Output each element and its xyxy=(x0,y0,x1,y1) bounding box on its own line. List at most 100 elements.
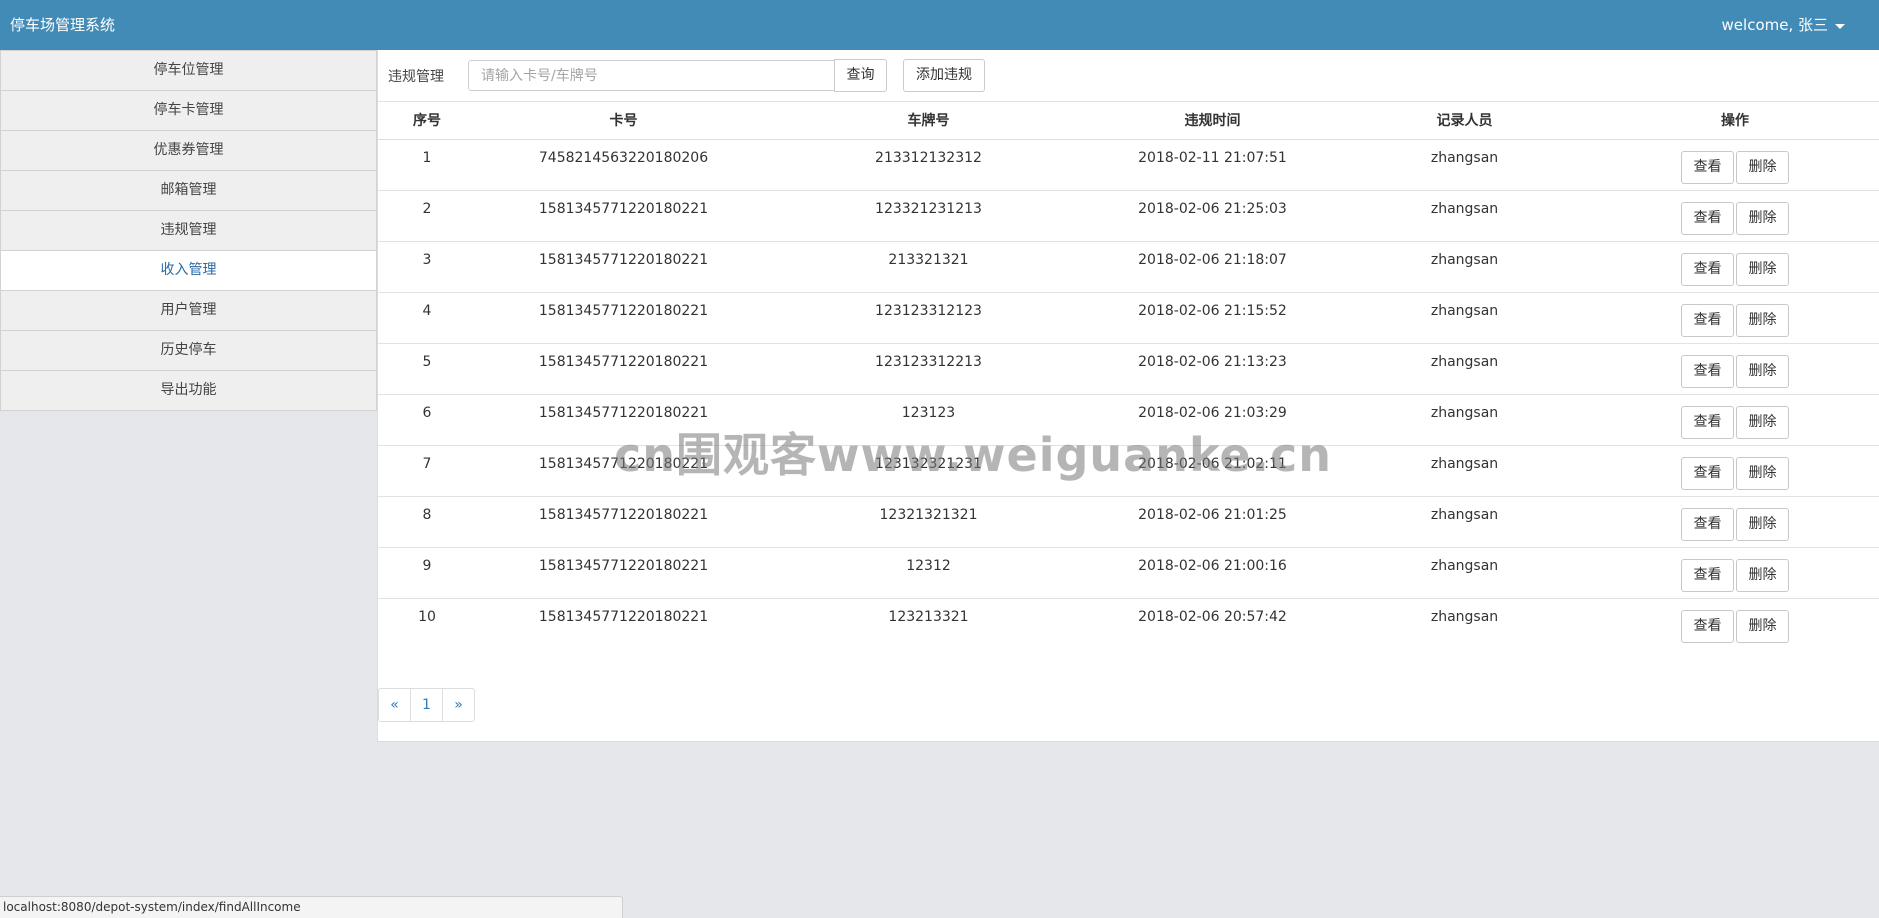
row-card-number: 1581345771220180221 xyxy=(538,456,709,472)
row-violation-time: 2018-02-06 21:15:52 xyxy=(1138,303,1287,319)
row-recorder: zhangsan xyxy=(1430,456,1499,472)
user-greeting: welcome, 张三 xyxy=(1721,16,1828,34)
view-button[interactable]: 查看 xyxy=(1681,508,1734,541)
page-next-button[interactable]: » xyxy=(442,688,475,722)
row-recorder: zhangsan xyxy=(1430,609,1499,625)
row-actions-cell: 查看 删除 xyxy=(1590,445,1879,497)
delete-button[interactable]: 删除 xyxy=(1736,202,1789,235)
user-menu[interactable]: welcome, 张三 xyxy=(1722,15,1845,35)
table-row: 6 1581345771220180221 123123 2018-02-06 21:… xyxy=(378,394,1879,446)
row-plate-number: 123321231213 xyxy=(875,201,982,217)
page-prev-button[interactable]: « xyxy=(378,688,411,722)
add-violation-button[interactable]: 添加违规 xyxy=(903,59,985,92)
row-no: 7 xyxy=(422,456,432,472)
row-no: 4 xyxy=(422,303,432,319)
table-row: 2 1581345771220180221 123321231213 2018-02-… xyxy=(378,190,1879,242)
row-recorder-cell: zhangsan xyxy=(1339,190,1590,242)
row-no-cell: 2 xyxy=(378,190,476,242)
view-button[interactable]: 查看 xyxy=(1681,202,1734,235)
row-violation-time-cell: 2018-02-06 21:13:23 xyxy=(1086,343,1339,395)
row-recorder-cell: zhangsan xyxy=(1339,496,1590,548)
delete-button[interactable]: 删除 xyxy=(1736,610,1789,643)
row-plate-number-cell: 123132321231 xyxy=(771,445,1086,497)
search-button[interactable]: 查询 xyxy=(834,59,887,92)
delete-button[interactable]: 删除 xyxy=(1736,253,1789,286)
row-recorder: zhangsan xyxy=(1430,201,1499,217)
sidebar-item-history[interactable]: 历史停车 xyxy=(0,331,377,371)
browser-status-bar: localhost:8080/depot-system/index/findAl… xyxy=(0,896,623,918)
sidebar-item-parking-space[interactable]: 停车位管理 xyxy=(0,50,377,91)
row-recorder-cell: zhangsan xyxy=(1339,241,1590,293)
sidebar-item-violation[interactable]: 违规管理 xyxy=(0,211,377,251)
row-violation-time-cell: 2018-02-06 20:57:42 xyxy=(1086,599,1339,650)
sidebar-item-export[interactable]: 导出功能 xyxy=(0,371,377,411)
row-card-number: 7458214563220180206 xyxy=(538,150,709,166)
sidebar-item-label: 违规管理 xyxy=(160,222,217,238)
row-plate-number-cell: 213321321 xyxy=(771,241,1086,293)
app-brand[interactable]: 停车场管理系统 xyxy=(10,15,115,35)
sidebar-item-email[interactable]: 邮箱管理 xyxy=(0,171,377,211)
row-actions-cell: 查看 删除 xyxy=(1590,139,1879,191)
row-plate-number: 123213321 xyxy=(888,609,969,625)
table-row: 4 1581345771220180221 123123312123 2018-02-… xyxy=(378,292,1879,344)
view-button[interactable]: 查看 xyxy=(1681,610,1734,643)
row-card-number: 1581345771220180221 xyxy=(538,405,709,421)
row-card-number: 1581345771220180221 xyxy=(538,252,709,268)
view-button[interactable]: 查看 xyxy=(1681,457,1734,490)
row-card-number: 1581345771220180221 xyxy=(538,354,709,370)
page-1-button[interactable]: 1 xyxy=(410,688,443,722)
row-card-number: 1581345771220180221 xyxy=(538,558,709,574)
view-button[interactable]: 查看 xyxy=(1681,406,1734,439)
row-no-cell: 4 xyxy=(378,292,476,344)
view-button[interactable]: 查看 xyxy=(1681,151,1734,184)
row-actions: 查看 删除 xyxy=(1590,457,1879,490)
sidebar: 停车位管理 停车卡管理 优惠券管理 邮箱管理 违规管理 收入管理 用户管理 历史… xyxy=(0,50,377,411)
row-card-number: 1581345771220180221 xyxy=(538,609,709,625)
row-no: 2 xyxy=(422,201,432,217)
delete-button[interactable]: 删除 xyxy=(1736,406,1789,439)
row-recorder-cell: zhangsan xyxy=(1339,445,1590,497)
row-plate-number-cell: 123123312213 xyxy=(771,343,1086,395)
sidebar-item-income[interactable]: 收入管理 xyxy=(0,251,377,291)
view-button[interactable]: 查看 xyxy=(1681,559,1734,592)
sidebar-item-coupon[interactable]: 优惠券管理 xyxy=(0,131,377,171)
row-no-cell: 3 xyxy=(378,241,476,293)
view-button[interactable]: 查看 xyxy=(1681,304,1734,337)
sidebar-item-parking-card[interactable]: 停车卡管理 xyxy=(0,91,377,131)
delete-button[interactable]: 删除 xyxy=(1736,457,1789,490)
delete-button[interactable]: 删除 xyxy=(1736,304,1789,337)
row-no-cell: 7 xyxy=(378,445,476,497)
row-recorder-cell: zhangsan xyxy=(1339,343,1590,395)
row-violation-time-cell: 2018-02-06 21:00:16 xyxy=(1086,547,1339,599)
table-body: 1 7458214563220180206 213312132312 2018-02-… xyxy=(378,139,1879,650)
row-violation-time: 2018-02-06 21:25:03 xyxy=(1138,201,1287,217)
row-actions-cell: 查看 删除 xyxy=(1590,190,1879,242)
search-input[interactable] xyxy=(468,60,835,91)
row-no: 6 xyxy=(422,405,432,421)
main-panel: 违规管理 查询 添加违规 序号 卡号 车牌号 违规时间 记录人员 操作 1745… xyxy=(377,50,1879,742)
column-header-no: 序号 xyxy=(378,101,476,140)
row-plate-number: 123132321231 xyxy=(875,456,982,472)
row-plate-number: 12321321321 xyxy=(879,507,978,523)
row-plate-number: 123123 xyxy=(901,405,956,421)
column-header-actions: 操作 xyxy=(1590,101,1879,140)
row-recorder: zhangsan xyxy=(1430,303,1499,319)
sidebar-item-users[interactable]: 用户管理 xyxy=(0,291,377,331)
sidebar-item-label: 收入管理 xyxy=(160,262,217,278)
view-button[interactable]: 查看 xyxy=(1681,253,1734,286)
view-button[interactable]: 查看 xyxy=(1681,355,1734,388)
row-recorder-cell: zhangsan xyxy=(1339,547,1590,599)
row-recorder-cell: zhangsan xyxy=(1339,139,1590,191)
row-violation-time: 2018-02-06 21:18:07 xyxy=(1138,252,1287,268)
delete-button[interactable]: 删除 xyxy=(1736,508,1789,541)
row-actions: 查看 删除 xyxy=(1590,559,1879,592)
sidebar-item-label: 历史停车 xyxy=(160,342,217,358)
column-header-card: 卡号 xyxy=(476,101,771,140)
delete-button[interactable]: 删除 xyxy=(1736,151,1789,184)
row-violation-time: 2018-02-06 21:13:23 xyxy=(1138,354,1287,370)
row-no-cell: 1 xyxy=(378,139,476,191)
delete-button[interactable]: 删除 xyxy=(1736,355,1789,388)
row-recorder: zhangsan xyxy=(1430,507,1499,523)
row-no: 1 xyxy=(422,150,432,166)
delete-button[interactable]: 删除 xyxy=(1736,559,1789,592)
